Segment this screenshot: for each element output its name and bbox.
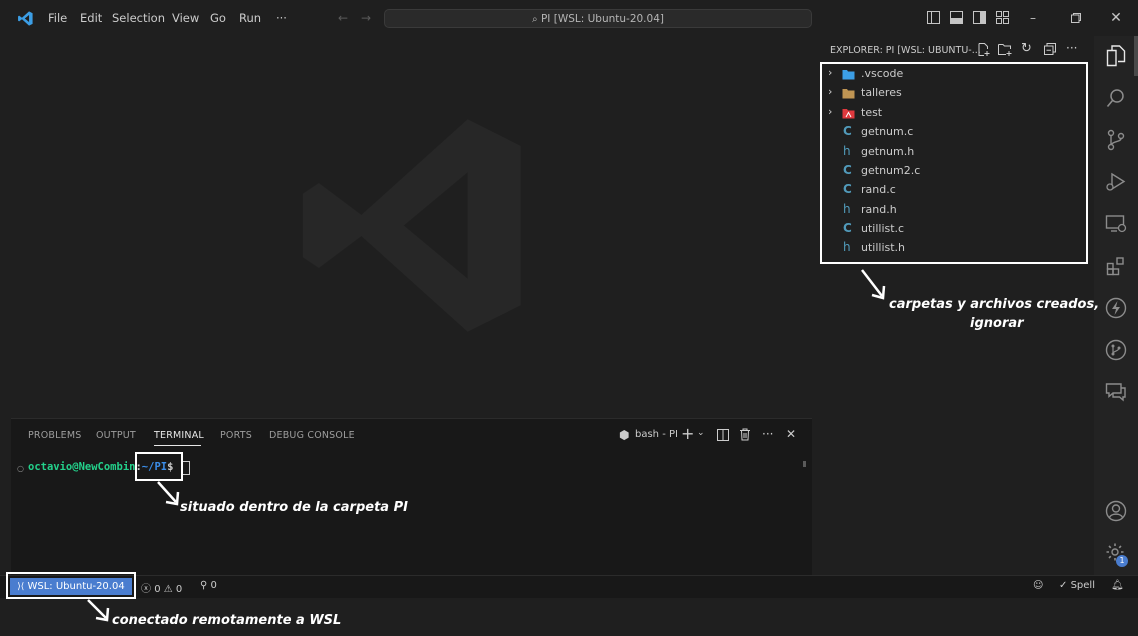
remote-note: conectado remotamente a WSL <box>112 613 342 628</box>
explorer-note-line1: carpetas y archivos creados, <box>889 297 1100 312</box>
terminal-note: situado dentro de la carpeta PI <box>180 500 408 515</box>
explorer-note-arrow <box>87 269 886 622</box>
explorer-note-line2: ignorar <box>970 316 1024 331</box>
